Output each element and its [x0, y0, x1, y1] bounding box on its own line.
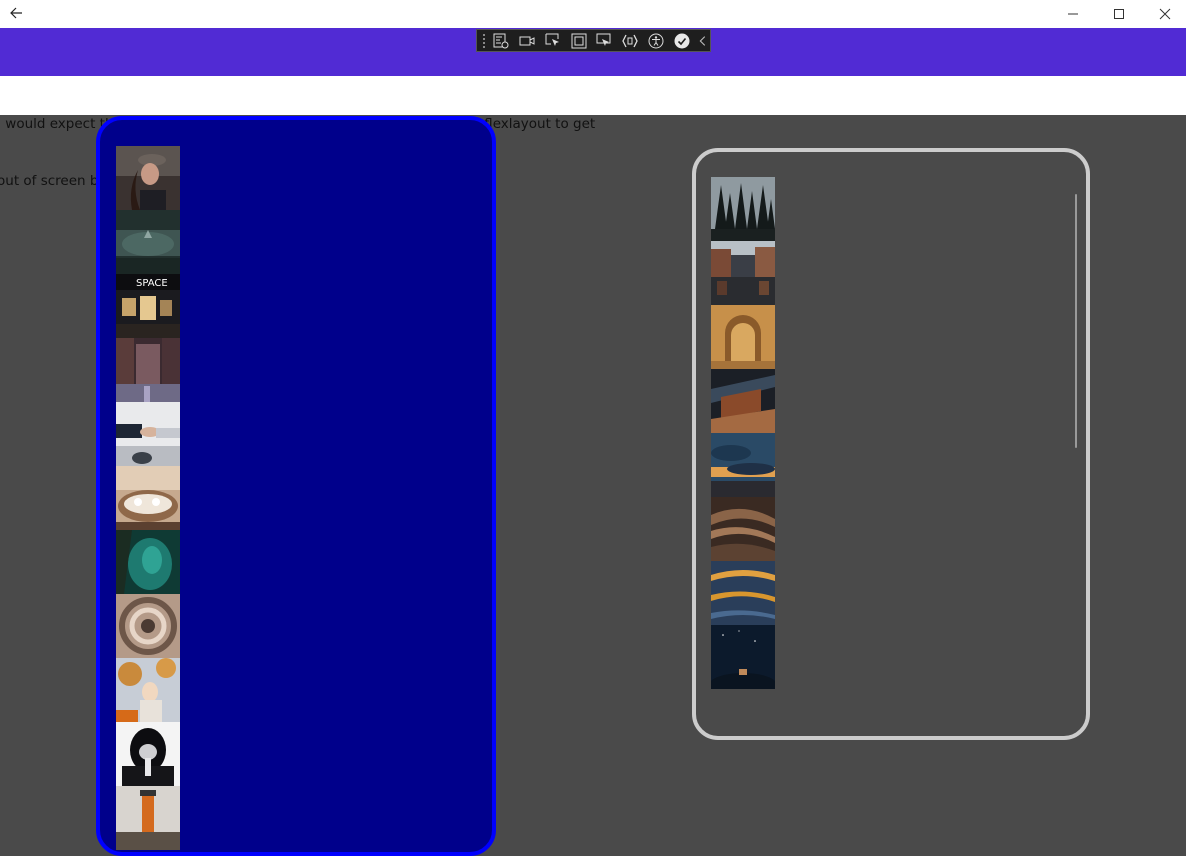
record-button[interactable] — [515, 30, 539, 51]
track-focused-element-button[interactable] — [592, 30, 616, 51]
select-element-button[interactable] — [541, 30, 565, 51]
live-visual-tree-icon — [493, 33, 509, 48]
chevron-left-icon — [699, 35, 706, 46]
close-button[interactable] — [1142, 0, 1186, 28]
accessibility-checker-icon — [648, 33, 664, 48]
description-label: I would expect the left grid with Rowdef… — [0, 76, 1186, 189]
accessibility-checker-button[interactable] — [644, 30, 668, 51]
track-focused-element-icon — [596, 33, 611, 46]
teal-water-photo — [116, 530, 180, 594]
maximize-button[interactable] — [1096, 0, 1142, 28]
handshake-photo — [116, 402, 180, 466]
svg-text:SPACE: SPACE — [136, 278, 168, 289]
dining-table-photo — [116, 466, 180, 530]
canal-buildings-photo — [711, 241, 775, 305]
minimize-icon — [1067, 5, 1079, 24]
space-sign-night-photo: SPACE — [116, 274, 180, 338]
binding-failures-icon — [674, 33, 690, 48]
autumn-woman-photo — [116, 658, 180, 722]
hot-reload-icon — [622, 34, 639, 47]
pine-forest-photo — [711, 177, 775, 241]
display-layout-adorners-icon — [571, 33, 587, 48]
select-element-icon — [545, 33, 559, 46]
blue-feather-photo — [711, 561, 775, 625]
lighthouse-photo — [116, 786, 180, 850]
record-icon — [519, 36, 535, 45]
live-visual-tree-button[interactable] — [489, 30, 513, 51]
abstract-architecture-photo — [711, 369, 775, 433]
misty-forest-photo — [116, 210, 180, 274]
spiral-stairs-photo — [116, 594, 180, 658]
sand-dunes-photo — [711, 497, 775, 561]
collapse-toolbar-button[interactable] — [696, 30, 710, 51]
sunset-clouds-photo — [711, 433, 775, 497]
close-icon — [1159, 5, 1171, 24]
maximize-icon — [1113, 5, 1125, 24]
hooded-figure-photo — [116, 722, 180, 786]
stone-arch-photo — [711, 305, 775, 369]
display-layout-adorners-button[interactable] — [567, 30, 591, 51]
window-titlebar — [0, 0, 1186, 28]
toolbar-grip[interactable] — [481, 33, 487, 49]
minimize-button[interactable] — [1050, 0, 1096, 28]
xaml-debug-toolbar — [476, 29, 711, 52]
left-grid-frame: SPACE — [96, 116, 496, 856]
night-sky-photo — [711, 625, 775, 689]
rainy-street-photo — [116, 338, 180, 402]
back-button[interactable] — [4, 2, 28, 26]
woman-in-cap-photo — [116, 146, 180, 210]
binding-failures-button[interactable] — [670, 30, 694, 51]
right-scrollbar[interactable] — [1075, 194, 1077, 448]
arrow-left-icon — [9, 5, 23, 24]
hot-reload-button[interactable] — [618, 30, 642, 51]
